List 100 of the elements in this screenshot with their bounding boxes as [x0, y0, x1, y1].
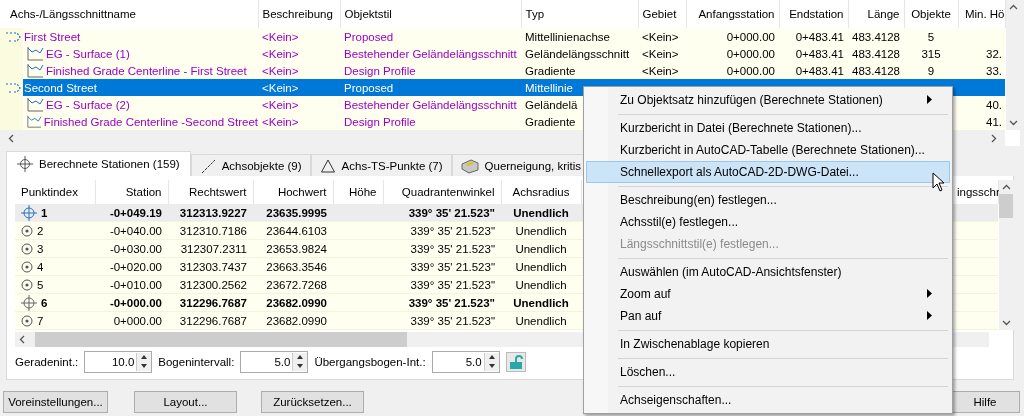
- dialog-button[interactable]: Layout...: [134, 391, 237, 413]
- submenu-arrow-icon: [927, 95, 933, 104]
- road-section-icon: [460, 157, 479, 174]
- point-icon: [21, 314, 33, 327]
- help-button[interactable]: Hilfe: [950, 391, 1020, 413]
- table-cell: 339° 35' 21.523": [410, 224, 495, 237]
- column-header[interactable]: Anfangsstation: [686, 0, 779, 28]
- table-row[interactable]: Finished Grade Centerline - First Street <Kein> Design Profile Gradiente <Kein> 0+000.00 0+483.41 483.4128 9 33.: [0, 62, 1005, 79]
- table-cell: 312296.7687: [179, 314, 247, 327]
- table-cell: Geländelä: [525, 98, 578, 111]
- tab[interactable]: Achs-TS-Punkte (7): [310, 154, 452, 176]
- row-name: First Street: [24, 30, 81, 43]
- profile-icon: [27, 63, 44, 78]
- point-icon: [21, 278, 33, 291]
- table-cell: 23653.9824: [266, 242, 327, 255]
- profile-icon: [27, 46, 44, 61]
- table-cell: 23635.9995: [266, 206, 327, 219]
- vertical-scrollbar[interactable]: [1005, 0, 1021, 130]
- table-cell: -0+040.00: [109, 224, 162, 237]
- submenu-arrow-icon: [927, 289, 933, 298]
- table-cell: Geländelängsschnitt: [525, 47, 630, 60]
- lock-button[interactable]: [505, 352, 526, 372]
- menu-item[interactable]: Löschen...: [586, 361, 950, 383]
- point-icon: [21, 260, 33, 273]
- table-cell: Unendlich: [515, 278, 567, 291]
- table-cell: Unendlich: [515, 242, 567, 255]
- scrollbar-thumb[interactable]: [35, 332, 407, 347]
- table-cell: 5: [927, 30, 935, 43]
- tab[interactable]: Achsobjekte (9): [190, 154, 311, 176]
- table-cell: -0+030.00: [109, 242, 162, 255]
- table-cell: 339° 35' 21.523": [410, 242, 495, 255]
- tab[interactable]: Berechnete Stationen (159): [6, 151, 191, 176]
- table-cell: Unendlich: [515, 224, 567, 237]
- table-cell: 1: [41, 206, 48, 219]
- table-cell: <Kein>: [642, 64, 679, 77]
- column-header[interactable]: Gebiet: [638, 0, 686, 28]
- table-cell: 6: [41, 296, 48, 309]
- table-cell: <Kein>: [262, 30, 299, 43]
- table-cell: <Kein>: [642, 30, 679, 43]
- table-cell: Unendlich: [513, 206, 569, 219]
- table-cell: 339° 35' 21.523": [410, 260, 495, 273]
- table-cell: -0+020.00: [109, 260, 162, 273]
- table-cell: 0+000.00: [726, 30, 775, 43]
- table-cell: 23682.0990: [266, 296, 327, 309]
- table-cell: 23672.7268: [266, 278, 327, 291]
- field-label: Übergangsbogen-Int.:: [314, 356, 426, 368]
- column-header[interactable]: Typ: [521, 0, 638, 28]
- table-cell: 23682.0990: [266, 314, 327, 327]
- table-cell: 23663.3546: [266, 260, 327, 273]
- table-cell: 0+483.41: [795, 47, 844, 60]
- column-header[interactable]: Beschreibung: [258, 0, 340, 28]
- spin-field[interactable]: 5.0: [240, 351, 309, 373]
- table-cell: 9: [927, 64, 935, 77]
- table-cell: Mittellinienachse: [525, 30, 610, 43]
- column-header[interactable]: Achs-/Längsschnittname: [0, 0, 258, 28]
- table-cell: 7: [37, 314, 44, 327]
- column-header[interactable]: Objektstil: [340, 0, 521, 28]
- table-cell: 339° 35' 21.523": [410, 278, 495, 291]
- table-cell: 312310.7186: [179, 224, 247, 237]
- column-header[interactable]: Min. Hö: [958, 0, 1005, 28]
- menu-item[interactable]: Achseigenschaften...: [586, 389, 950, 411]
- profile-icon: [27, 97, 44, 112]
- menu-item[interactable]: In Zwischenablage kopieren: [586, 333, 950, 355]
- column-header[interactable]: Länge: [848, 0, 904, 28]
- row-name: EG - Surface (1): [46, 47, 130, 60]
- spin-field[interactable]: 5.0: [431, 351, 500, 373]
- table-cell: 312303.7437: [179, 260, 247, 273]
- spin-field[interactable]: 10.0: [84, 351, 153, 373]
- table-cell: 23644.6103: [266, 224, 327, 237]
- table-row[interactable]: First Street <Kein> Proposed Mittellinienachse <Kein> 0+000.00 0+483.41 483.4128 5: [0, 28, 1005, 45]
- menu-item[interactable]: Schnellexport als AutoCAD-2D-DWG-Datei...: [586, 161, 950, 183]
- table-cell: -0+010.00: [109, 278, 162, 291]
- table-cell: 339° 35' 21.523": [408, 296, 495, 309]
- table-cell: 312296.7687: [179, 296, 247, 309]
- table-cell: 483.4128: [852, 30, 900, 43]
- row-name: Finished Grade Centerline - First Street: [46, 64, 247, 77]
- scrollbar-thumb[interactable]: [999, 194, 1013, 218]
- table-cell: Mittellinie: [525, 81, 573, 94]
- crosshair-icon: [21, 204, 37, 221]
- alignment-icon: [5, 80, 22, 95]
- row-name: Second Street: [24, 81, 97, 94]
- row-name: EG - Surface (2): [46, 98, 130, 111]
- dialog-button[interactable]: Zurücksetzen...: [261, 391, 364, 413]
- column-header[interactable]: Objekte: [904, 0, 958, 28]
- table-row[interactable]: EG - Surface (1) <Kein> Bestehender Geländelängsschnitt Geländelängsschnitt <Kein> 0+000.00 0+483.41 483.4128 315 32.: [0, 45, 1005, 62]
- dialog-button[interactable]: Voreinstellungen...: [3, 391, 108, 413]
- vertical-scrollbar[interactable]: [998, 180, 1014, 330]
- table-cell: 32.: [986, 47, 1002, 60]
- table-cell: -0+000.00: [109, 296, 162, 309]
- profile-icon: [27, 114, 42, 129]
- table-cell: 483.4128: [852, 64, 900, 77]
- table-cell: Bestehender Geländelängsschnitt: [344, 98, 517, 111]
- table-cell: 0+483.41: [795, 30, 844, 43]
- point-icon: [21, 224, 33, 237]
- table-cell: 5: [37, 278, 44, 291]
- table-cell: <Kein>: [262, 98, 299, 111]
- field-label: Geradenint.:: [15, 356, 79, 368]
- table-cell: 4: [37, 260, 44, 273]
- table-cell: <Kein>: [262, 64, 299, 77]
- column-header[interactable]: Endstation: [779, 0, 848, 28]
